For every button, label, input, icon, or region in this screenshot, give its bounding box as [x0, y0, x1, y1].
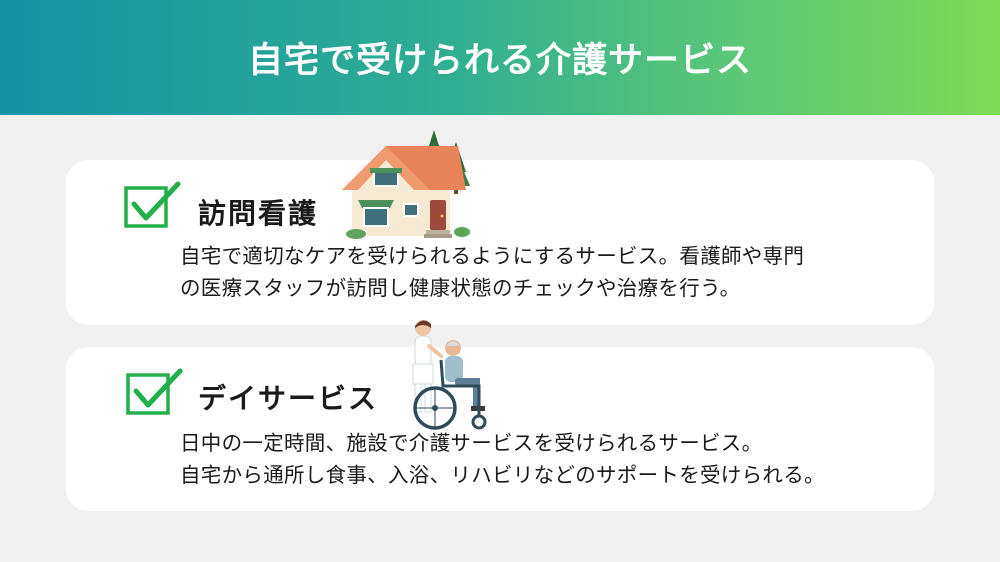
description-line: 自宅で適切なケアを受けられるようにするサービス。看護師や専門 — [180, 244, 805, 268]
checkbox-checked-icon — [126, 368, 183, 415]
description-line: の医療スタッフが訪問し健康状態のチェックや治療を行う。 — [180, 276, 741, 300]
description-line: 自宅から通所し食事、入浴、リハビリなどのサポートを受けられる。 — [180, 463, 825, 487]
wheelchair-caregiver-illustration — [412, 320, 487, 430]
service-description: 自宅で適切なケアを受けられるようにするサービス。看護師や専門 の医療スタッフが訪… — [180, 240, 804, 304]
service-card-day-service: デイサービス 日中の一定時間、施設で介護サービスを受けられるサービス。 自宅から… — [66, 347, 934, 511]
service-title: デイサービス — [198, 382, 379, 415]
checkbox-checked-icon — [124, 181, 181, 228]
service-description: 日中の一定時間、施設で介護サービスを受けられるサービス。 自宅から通所し食事、入… — [180, 427, 825, 491]
page-title: 自宅で受けられる介護サービス — [247, 41, 752, 81]
house-illustration — [342, 130, 470, 239]
header-banner: 自宅で受けられる介護サービス — [0, 0, 1000, 115]
description-line: 日中の一定時間、施設で介護サービスを受けられるサービス。 — [180, 431, 763, 455]
service-card-home-nursing: 訪問看護 自宅で適切なケアを受けられるようにするサービス。看護師や専門 の医療ス… — [66, 160, 934, 325]
service-title: 訪問看護 — [198, 197, 319, 230]
